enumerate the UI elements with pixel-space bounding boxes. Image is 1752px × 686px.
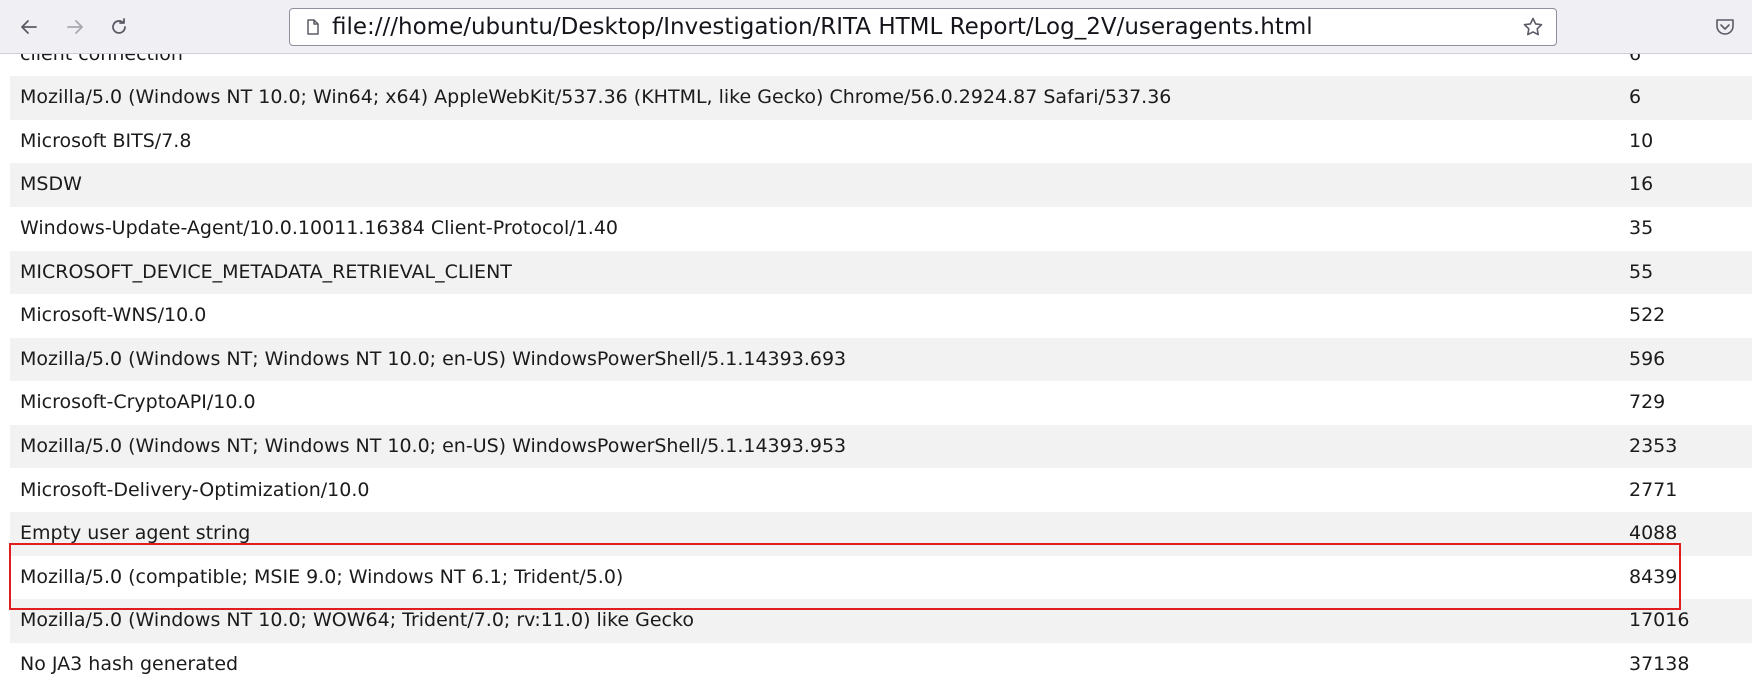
reload-button[interactable] (101, 9, 137, 45)
back-button[interactable] (11, 9, 47, 45)
count-cell: 8439 (1629, 565, 1678, 588)
user-agent-cell: Windows-Update-Agent/10.0.10011.16384 Cl… (20, 216, 618, 239)
count-cell: 17016 (1629, 609, 1690, 632)
user-agent-cell: Mozilla/5.0 (Windows NT 10.0; WOW64; Tri… (20, 609, 694, 632)
count-cell: 16 (1629, 173, 1654, 196)
table-row: Empty user agent string 4088 (10, 512, 1752, 556)
pocket-icon[interactable] (1714, 16, 1736, 38)
table-row: Mozilla/5.0 (compatible; MSIE 9.0; Windo… (10, 556, 1752, 600)
table-row: Microsoft-WNS/10.0 522 (10, 294, 1752, 338)
count-cell: 596 (1629, 347, 1666, 370)
count-cell: 6 (1629, 86, 1642, 109)
user-agent-cell: Mozilla/5.0 (Windows NT 10.0; Win64; x64… (20, 86, 1172, 109)
table-row: Mozilla/5.0 (Windows NT; Windows NT 10.0… (10, 424, 1752, 469)
reload-icon (112, 18, 126, 34)
user-agent-cell: Microsoft BITS/7.8 (20, 129, 192, 152)
user-agent-cell: MICROSOFT_DEVICE_METADATA_RETRIEVAL_CLIE… (20, 260, 512, 283)
user-agent-cell: Mozilla/5.0 (Windows NT; Windows NT 10.0… (20, 347, 847, 370)
url-text[interactable]: file:///home/ubuntu/Desktop/Investigatio… (332, 9, 1313, 45)
table-row: Microsoft BITS/7.8 10 (10, 120, 1752, 164)
table-row: MICROSOFT_DEVICE_METADATA_RETRIEVAL_CLIE… (10, 250, 1752, 295)
table-row: Mozilla/5.0 (Windows NT 10.0; WOW64; Tri… (10, 599, 1752, 643)
count-cell: 35 (1629, 216, 1654, 239)
count-cell: 10 (1629, 129, 1654, 152)
user-agent-cell: Mozilla/5.0 (compatible; MSIE 9.0; Windo… (20, 565, 624, 588)
star-icon[interactable] (1522, 16, 1544, 38)
user-agent-cell: Microsoft-CryptoAPI/10.0 (20, 391, 256, 414)
url-bar[interactable]: file:///home/ubuntu/Desktop/Investigatio… (289, 8, 1557, 46)
user-agent-cell: Microsoft-Delivery-Optimization/10.0 (20, 478, 370, 501)
forward-arrow-icon (67, 20, 83, 34)
page-content: client connection6Mozilla/5.0 (Windows N… (0, 0, 1752, 681)
count-cell: 37138 (1629, 652, 1690, 675)
user-agent-cell: No JA3 hash generated (20, 652, 239, 675)
count-cell: 522 (1629, 304, 1666, 327)
table-row: Mozilla/5.0 (Windows NT 10.0; Win64; x64… (10, 76, 1752, 120)
user-agent-cell: Empty user agent string (20, 522, 251, 545)
page-icon (307, 19, 319, 35)
count-cell: 729 (1629, 391, 1666, 414)
count-cell: 4088 (1629, 522, 1678, 545)
table-row: MSDW 16 (10, 163, 1752, 207)
table-row: Microsoft-Delivery-Optimization/10.0 2771 (10, 469, 1752, 513)
table-row: Mozilla/5.0 (Windows NT; Windows NT 10.0… (10, 337, 1752, 382)
back-arrow-icon (21, 20, 37, 34)
user-agent-cell: Microsoft-WNS/10.0 (20, 304, 207, 327)
count-cell: 2771 (1629, 478, 1678, 501)
browser-toolbar: file:///home/ubuntu/Desktop/Investigatio… (0, 0, 1752, 54)
table-row: Microsoft-CryptoAPI/10.0 729 (10, 381, 1752, 425)
forward-button[interactable] (57, 9, 93, 45)
count-cell: 55 (1629, 260, 1654, 283)
count-cell: 2353 (1629, 434, 1678, 457)
user-agent-cell: Mozilla/5.0 (Windows NT; Windows NT 10.0… (20, 434, 847, 457)
table-row: Windows-Update-Agent/10.0.10011.16384 Cl… (10, 207, 1752, 251)
user-agent-cell: MSDW (20, 173, 82, 196)
table-row: No JA3 hash generated 37138 (10, 643, 1752, 686)
